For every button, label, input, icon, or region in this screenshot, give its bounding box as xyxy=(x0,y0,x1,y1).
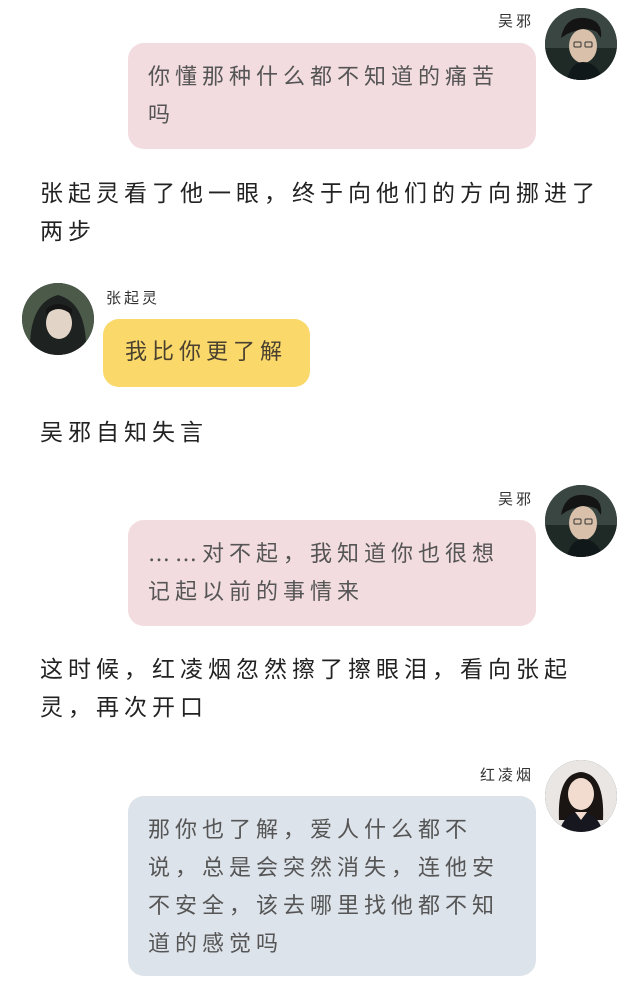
message-text: 那你也了解，爱人什么都不说，总是会突然消失，连他安不安全，该去哪里找他都不知道的… xyxy=(148,818,500,957)
speaker-name-zhangqiling: 张起灵 xyxy=(106,289,161,307)
avatar-zhangqiling[interactable] xyxy=(22,283,94,355)
narration-2: 吴邪自知失言 xyxy=(40,420,208,446)
avatar-wuxie-2[interactable] xyxy=(545,485,617,557)
avatar-photo-icon xyxy=(22,283,94,355)
avatar-photo-icon xyxy=(545,760,617,832)
message-text: 你懂那种什么都不知道的痛苦吗 xyxy=(148,65,500,128)
message-text: 我比你更了解 xyxy=(125,340,288,365)
message-text: ……对不起，我知道你也很想记起以前的事情来 xyxy=(148,542,500,605)
avatar-honglingyan[interactable] xyxy=(545,760,617,832)
speaker-name-honglingyan: 红凌烟 xyxy=(479,766,534,784)
avatar-photo-icon xyxy=(545,485,617,557)
message-bubble-honglingyan: 那你也了解，爱人什么都不说，总是会突然消失，连他安不安全，该去哪里找他都不知道的… xyxy=(128,796,536,976)
speaker-name-wuxie-2: 吴邪 xyxy=(497,490,534,508)
speaker-name-wuxie-1: 吴邪 xyxy=(497,12,534,30)
narration-1: 张起灵看了他一眼，终于向他们的方向挪进了两步 xyxy=(40,181,600,245)
message-bubble-wuxie-1: 你懂那种什么都不知道的痛苦吗 xyxy=(128,43,536,149)
message-bubble-zhangqiling: 我比你更了解 xyxy=(103,319,310,387)
message-bubble-wuxie-2: ……对不起，我知道你也很想记起以前的事情来 xyxy=(128,520,536,626)
narration-3: 这时候，红凌烟忽然擦了擦眼泪，看向张起灵，再次开口 xyxy=(40,657,572,721)
avatar-photo-icon xyxy=(545,8,617,80)
avatar-wuxie-1[interactable] xyxy=(545,8,617,80)
